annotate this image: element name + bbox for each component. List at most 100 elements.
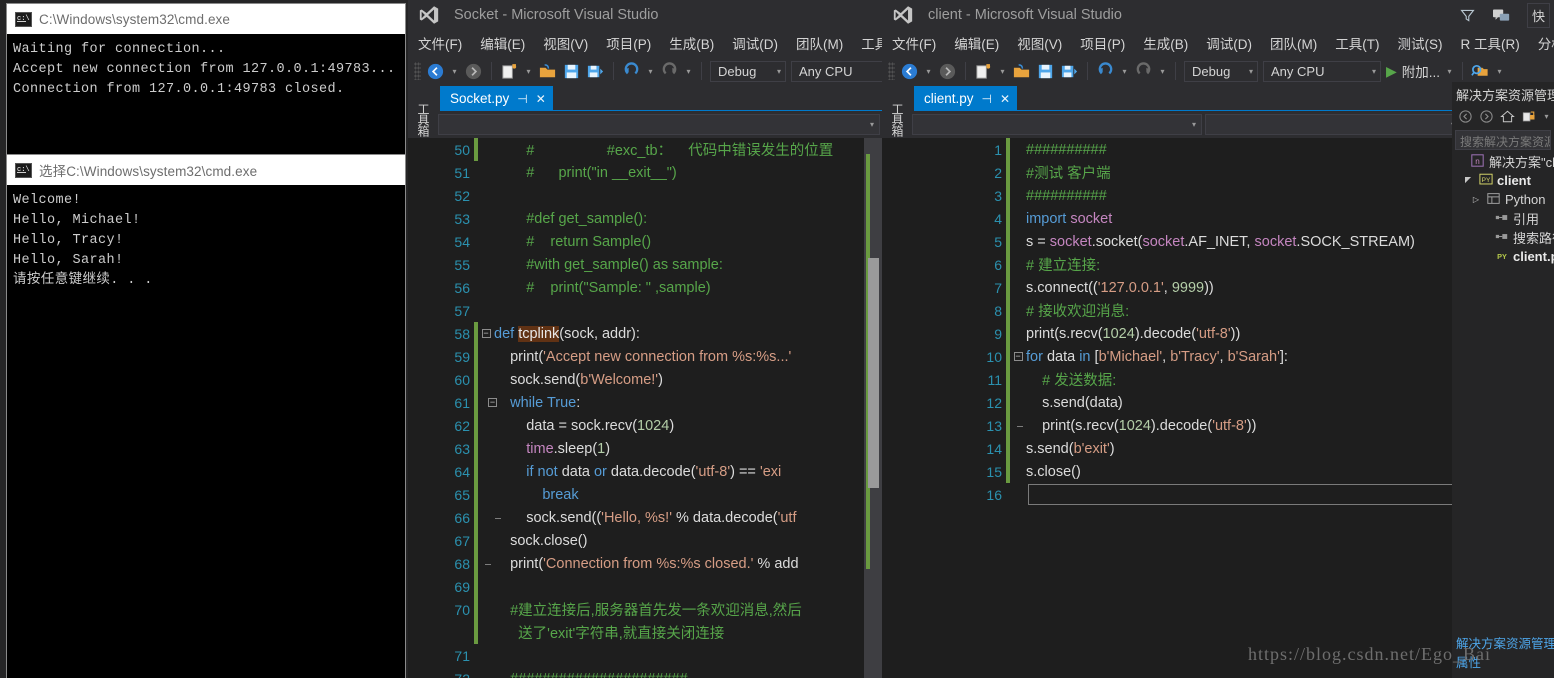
code-line[interactable]: 71	[408, 644, 882, 667]
code-line[interactable]: 58 − def tcplink(sock, addr):	[408, 322, 882, 345]
cmd-window-server[interactable]: c:\ C:\Windows\system32\cmd.exe Waiting …	[6, 3, 406, 155]
navigate-backward-caret-icon[interactable]: ▾	[450, 62, 459, 81]
code-text[interactable]: #建立连接后,服务器首先发一条欢迎消息,然后	[494, 599, 882, 620]
code-line[interactable]: 52	[408, 184, 882, 207]
menu-analyze[interactable]: 分析(N)	[1538, 33, 1554, 53]
code-text[interactable]: if not data or data.decode('utf-8') == '…	[494, 464, 882, 480]
code-line[interactable]: 50 # #exc_tb： 代码中错误发生的位置	[408, 138, 882, 161]
code-line[interactable]: 59 print('Accept new connection from %s:…	[408, 345, 882, 368]
menu-tools[interactable]: 工具(T)	[861, 33, 882, 53]
fold-marker[interactable]: −	[1010, 351, 1026, 363]
code-line[interactable]: 65 break	[408, 483, 882, 506]
filter-icon[interactable]	[1459, 7, 1476, 24]
fold-marker[interactable]: −	[478, 397, 497, 409]
toolbar-overflow-icon[interactable]: ▾	[1495, 62, 1504, 81]
code-line[interactable]: 57	[408, 299, 882, 322]
menu-r-tools[interactable]: R 工具(R)	[1461, 33, 1520, 53]
attach-caret-icon[interactable]: ▾	[1445, 62, 1454, 81]
code-text[interactable]: #def get_sample():	[494, 211, 882, 227]
code-line[interactable]: 72 ######################	[408, 667, 882, 678]
expander-icon[interactable]: ▷	[1470, 195, 1482, 204]
expander-icon[interactable]: ◢	[1462, 176, 1474, 185]
forward-icon[interactable]	[1479, 109, 1494, 124]
save-all-icon[interactable]	[1060, 62, 1079, 81]
code-line[interactable]: 53 #def get_sample():	[408, 207, 882, 230]
code-line[interactable]: 55 #with get_sample() as sample:	[408, 253, 882, 276]
code-text[interactable]: sock.send(b'Welcome!')	[494, 372, 882, 388]
menu-tools[interactable]: 工具(T)	[1335, 33, 1379, 53]
new-project-caret-icon[interactable]: ▾	[524, 62, 533, 81]
toolbar-grip[interactable]	[888, 62, 895, 80]
code-text[interactable]: # #exc_tb： 代码中错误发生的位置	[494, 139, 882, 160]
menu-project[interactable]: 项目(P)	[1080, 33, 1125, 53]
show-all-files-icon[interactable]	[1521, 109, 1536, 124]
menu-file[interactable]: 文件(F)	[892, 33, 936, 53]
nav-type-selector[interactable]: ▾	[912, 114, 1202, 135]
code-line[interactable]: 54 # return Sample()	[408, 230, 882, 253]
menu-debug[interactable]: 调试(D)	[732, 33, 778, 53]
scrollbar-thumb[interactable]	[868, 258, 879, 488]
code-text[interactable]: #with get_sample() as sample:	[494, 257, 882, 273]
solution-tree-item[interactable]: 引用	[1452, 209, 1554, 228]
navigate-backward-caret-icon[interactable]: ▾	[924, 62, 933, 81]
collapse-icon[interactable]: −	[481, 329, 491, 339]
tab-client-py[interactable]: client.py ⊣ ✕	[914, 86, 1018, 111]
client-menubar[interactable]: 文件(F) 编辑(E) 视图(V) 项目(P) 生成(B) 调试(D) 团队(M…	[882, 30, 1554, 56]
collapse-icon[interactable]: −	[488, 398, 497, 408]
code-line[interactable]: 60 sock.send(b'Welcome!')	[408, 368, 882, 391]
undo-icon[interactable]	[1096, 61, 1115, 81]
solution-explorer-search-input[interactable]: 搜索解决方案资源管理器	[1455, 130, 1551, 150]
code-line[interactable]: 67 sock.close()	[408, 529, 882, 552]
platform-selector[interactable]: Any CPU ▾	[1263, 60, 1381, 82]
menu-view[interactable]: 视图(V)	[1017, 33, 1062, 53]
code-line[interactable]: 69	[408, 575, 882, 598]
code-text[interactable]: print('Connection from %s:%s closed.' % …	[494, 556, 882, 572]
code-text[interactable]: data = sock.recv(1024)	[494, 418, 882, 434]
solution-explorer-tree[interactable]: n 解决方案"client ◢ PY client ▷ Python 引用搜索路径 PY clie…	[1452, 152, 1554, 266]
solution-tree-item[interactable]: ◢ PY client	[1452, 171, 1554, 190]
undo-icon[interactable]	[622, 61, 641, 81]
menu-file[interactable]: 文件(F)	[418, 33, 462, 53]
attach-button[interactable]: 附加...	[1402, 61, 1440, 81]
open-file-icon[interactable]	[538, 62, 557, 81]
navigate-backward-icon[interactable]	[900, 62, 919, 81]
nav-type-selector[interactable]: ▾	[438, 114, 880, 135]
menu-debug[interactable]: 调试(D)	[1206, 33, 1252, 53]
code-line[interactable]: 61 − while True:	[408, 391, 882, 414]
solution-tree-item[interactable]: 搜索路径	[1452, 228, 1554, 247]
open-file-icon[interactable]	[1012, 62, 1031, 81]
fold-marker[interactable]: −	[478, 328, 494, 340]
code-text[interactable]: while True:	[494, 395, 882, 411]
code-line[interactable]: 70 #建立连接后,服务器首先发一条欢迎消息,然后	[408, 598, 882, 621]
code-text[interactable]: sock.send(('Hello, %s!' % data.decode('u…	[494, 510, 882, 526]
code-text[interactable]: break	[494, 487, 882, 503]
menu-build[interactable]: 生成(B)	[1143, 33, 1188, 53]
code-line[interactable]: 51 # print("in __exit__")	[408, 161, 882, 184]
start-debug-icon[interactable]: ▶	[1386, 63, 1397, 80]
code-line[interactable]: 66 sock.send(('Hello, %s!' % data.decode…	[408, 506, 882, 529]
code-text[interactable]: # print("Sample: " ,sample)	[494, 280, 882, 296]
find-in-files-icon[interactable]	[1471, 62, 1490, 81]
cmd-window-client[interactable]: c:\ 选择C:\Windows\system32\cmd.exe Welcom…	[6, 154, 406, 678]
solution-tree-item[interactable]: ▷ Python	[1452, 190, 1554, 209]
collapse-icon[interactable]: −	[1013, 352, 1023, 362]
new-project-icon[interactable]	[974, 62, 993, 81]
solution-tree-item[interactable]: PY client.py	[1452, 247, 1554, 266]
socket-vertical-scrollbar[interactable]	[864, 138, 882, 678]
menu-team[interactable]: 团队(M)	[796, 33, 843, 53]
platform-selector[interactable]: Any CPU ▾	[791, 60, 882, 82]
toolbar-grip[interactable]	[414, 62, 421, 80]
code-line[interactable]: 63 time.sleep(1)	[408, 437, 882, 460]
undo-caret-icon[interactable]: ▾	[646, 62, 655, 81]
menu-test[interactable]: 测试(S)	[1398, 33, 1443, 53]
tab-socket-py[interactable]: Socket.py ⊣ ✕	[440, 86, 553, 111]
close-icon[interactable]: ✕	[1000, 92, 1010, 106]
code-text[interactable]: time.sleep(1)	[494, 441, 882, 457]
menu-project[interactable]: 项目(P)	[606, 33, 651, 53]
pin-icon[interactable]: ⊣	[982, 92, 992, 106]
menu-edit[interactable]: 编辑(E)	[954, 33, 999, 53]
save-all-icon[interactable]	[586, 62, 605, 81]
back-icon[interactable]	[1458, 109, 1473, 124]
solution-explorer-overflow-icon[interactable]: ▾	[1542, 107, 1551, 126]
new-project-caret-icon[interactable]: ▾	[998, 62, 1007, 81]
